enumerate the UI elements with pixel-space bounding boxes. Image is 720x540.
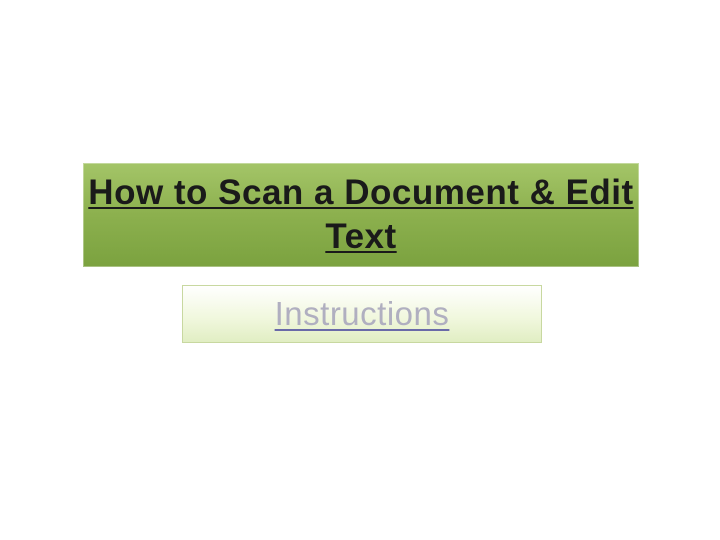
instructions-link-label: Instructions bbox=[275, 295, 450, 333]
page-title: How to Scan a Document & Edit Text bbox=[83, 171, 639, 259]
instructions-link-box[interactable]: Instructions bbox=[182, 285, 542, 343]
title-banner: How to Scan a Document & Edit Text bbox=[82, 162, 640, 268]
